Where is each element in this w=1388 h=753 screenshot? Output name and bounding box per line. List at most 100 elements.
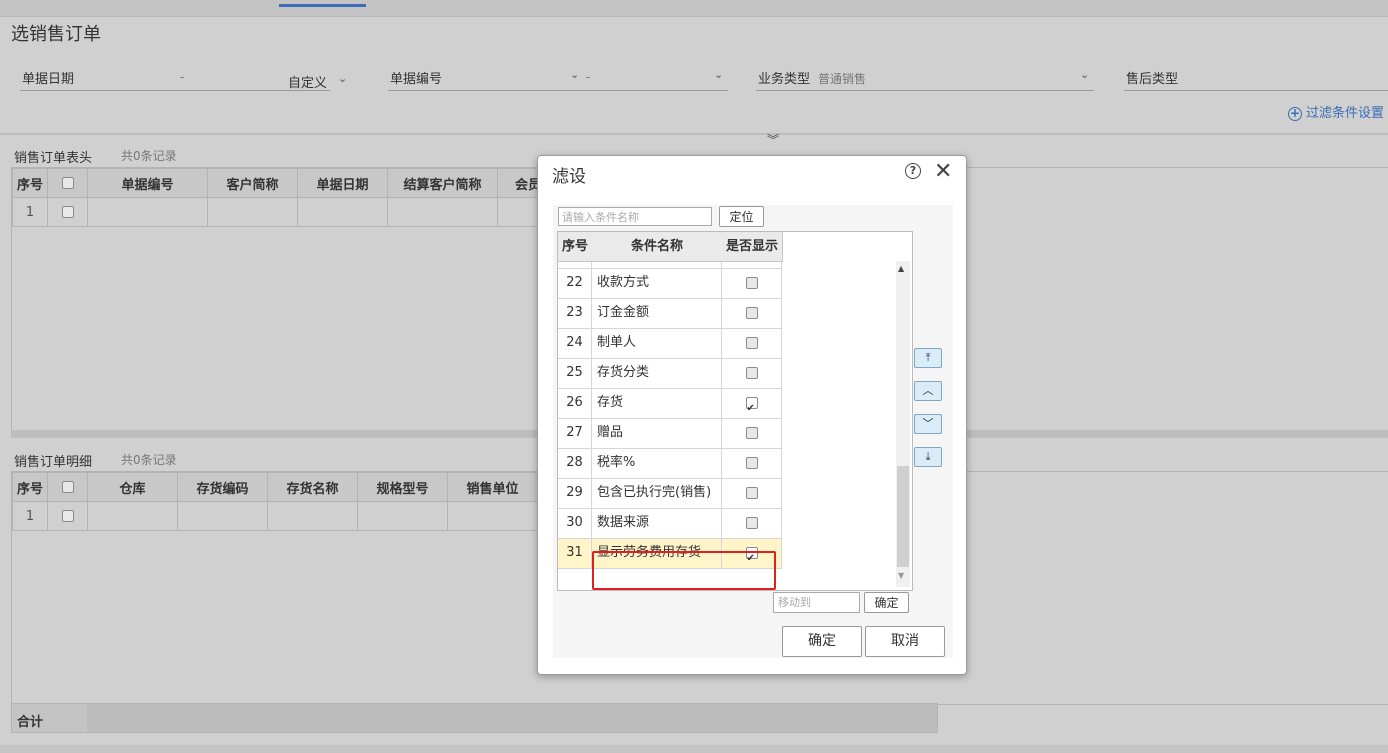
column-header[interactable]: 结算客户简称 [387,168,498,198]
row-seq: 22 [558,269,592,299]
column-header[interactable]: 单据编号 [87,168,208,198]
move-down-button[interactable]: ﹀ [914,414,942,434]
column-header[interactable]: 存货名称 [267,472,358,502]
move-to-input[interactable]: 移动到 [773,592,860,613]
row-seq: 27 [558,419,592,449]
date-mode-select[interactable]: 自定义 [288,72,327,91]
total-values [87,704,937,732]
chevron-down-icon[interactable]: ⌄ [1080,68,1089,81]
condition-list: 序号 条件名称 是否显示 21合同号22收款方式23订金金额24制单人25存货分… [557,231,913,591]
column-header[interactable]: 销售单位 [447,472,538,502]
active-tab-indicator [279,4,366,7]
biztype-filter-label: 业务类型 [758,72,811,87]
show-checkbox-cell[interactable] [722,509,782,539]
list-item[interactable]: 25 存货分类 [558,359,782,389]
column-header[interactable]: 客户简称 [207,168,298,198]
header-table-head: 序号 单据编号 客户简称 单据日期 结算客户简称 会员 [12,168,559,198]
table-cell [177,501,268,531]
condition-search-input[interactable]: 请输入条件名称 [558,207,712,226]
show-checkbox-cell[interactable] [722,269,782,299]
row-checkbox[interactable] [47,501,88,531]
row-seq: 1 [12,501,48,531]
show-checkbox-cell[interactable] [722,389,782,423]
filter-divider [0,133,1388,135]
highlight-annotation [592,551,776,590]
date-filter[interactable]: 单据日期 - 自定义 ⌄ [20,68,347,91]
condition-name: 制单人 [592,329,722,359]
list-scrollbar[interactable]: ▲ ▼ [896,261,910,587]
show-checkbox[interactable] [745,336,758,349]
list-item[interactable]: 23 订金金额 [558,299,782,329]
column-header[interactable]: 存货编码 [177,472,268,502]
list-item[interactable]: 30 数据来源 [558,509,782,539]
scroll-down-icon[interactable]: ▼ [898,571,904,580]
table-row[interactable]: 1 [12,501,538,531]
show-checkbox[interactable] [745,426,758,439]
plus-circle-icon: + [1288,106,1302,121]
list-item[interactable]: 22 收款方式 [558,269,782,299]
move-to-confirm-button[interactable]: 确定 [864,592,909,613]
show-checkbox-cell[interactable] [722,299,782,329]
show-checkbox[interactable] [745,306,758,319]
bottom-bar [0,745,1388,753]
list-item[interactable]: 26 存货 [558,389,782,423]
chevron-down-icon[interactable]: ⌄ [338,72,347,85]
show-checkbox[interactable] [745,395,758,423]
show-checkbox-cell[interactable] [722,449,782,479]
condition-name: 订金金额 [592,299,722,329]
column-header[interactable]: 规格型号 [357,472,448,502]
biztype-filter[interactable]: 业务类型 普通销售 ⌄ [756,68,1094,91]
list-item[interactable]: 29 包含已执行完(销售) [558,479,782,509]
list-item[interactable]: 28 税率% [558,449,782,479]
show-checkbox-cell[interactable] [722,329,782,359]
column-header[interactable]: 单据日期 [297,168,388,198]
locate-button[interactable]: 定位 [719,206,764,227]
double-chevron-down-icon[interactable]: ︾ [767,131,779,148]
filter-settings-link[interactable]: + 过滤条件设置 [1288,102,1384,121]
move-up-button[interactable]: ︿ [914,381,942,401]
docno-filter-label: 单据编号 [390,72,443,87]
select-all-checkbox[interactable] [47,168,88,198]
row-checkbox[interactable] [47,197,88,227]
help-icon[interactable]: ? [905,163,921,179]
show-checkbox-cell[interactable] [722,419,782,449]
show-checkbox[interactable] [745,486,758,499]
move-top-button[interactable]: ⤒ [914,348,942,368]
scroll-thumb[interactable] [897,466,909,567]
select-all-checkbox[interactable] [47,472,88,502]
show-checkbox[interactable] [745,456,758,469]
show-checkbox[interactable] [745,276,758,289]
chevron-down-icon[interactable]: ⌄ [714,68,723,81]
scroll-up-icon[interactable]: ▲ [898,264,904,273]
ok-button[interactable]: 确定 [782,626,862,657]
total-label: 合计 [17,715,44,730]
table-row[interactable]: 1 [12,197,559,227]
table-cell [87,197,208,227]
move-bottom-button[interactable]: ⤓ [914,447,942,467]
column-header: 序号 [12,168,48,198]
column-header[interactable]: 仓库 [87,472,178,502]
show-checkbox-cell[interactable] [722,359,782,389]
filter-settings-dialog: 滤设 ? ✕ 请输入条件名称 定位 序号 条件名称 是否显示 21合同号22收款… [537,155,967,675]
list-item[interactable]: 24 制单人 [558,329,782,359]
row-seq: 26 [558,389,592,419]
cancel-button[interactable]: 取消 [865,626,945,657]
table-cell [357,501,448,531]
row-seq: 23 [558,299,592,329]
total-bar: 合计 [11,703,938,733]
list-item[interactable]: 27 赠品 [558,419,782,449]
table-cell [267,501,358,531]
show-checkbox[interactable] [745,516,758,529]
chevron-down-icon[interactable]: ⌄ [570,68,579,81]
docno-filter[interactable]: 单据编号 ⌄ - ⌄ [388,68,728,91]
table-cell [447,501,538,531]
condition-name: 数据来源 [592,509,722,539]
top-tab-bar [0,0,1388,17]
show-checkbox-cell[interactable] [722,479,782,509]
aftersale-filter[interactable]: 售后类型 [1124,68,1388,91]
header-grid-title: 销售订单表头 [14,151,93,166]
condition-name: 收款方式 [592,269,722,299]
filter-settings-label: 过滤条件设置 [1306,106,1385,121]
close-icon[interactable]: ✕ [934,158,952,186]
show-checkbox[interactable] [745,366,758,379]
